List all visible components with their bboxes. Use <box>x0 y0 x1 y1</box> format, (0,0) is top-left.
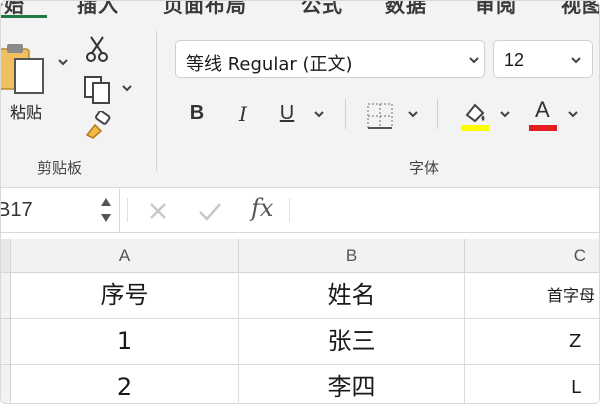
cell-b-row1[interactable]: 张三 <box>239 319 465 365</box>
cell-c-header[interactable]: 首字母 <box>465 273 599 319</box>
fill-color-icon[interactable] <box>459 99 491 133</box>
paste-button-label[interactable]: 粘贴 <box>10 99 42 123</box>
format-painter-icon[interactable] <box>83 111 113 139</box>
excel-window: 开始 插入 页面布局 公式 数据 审阅 视图 粘贴 <box>0 0 600 404</box>
tab-page-layout[interactable]: 页面布局 <box>163 1 247 18</box>
stepper-icon[interactable] <box>99 195 113 225</box>
font-color-swatch <box>529 125 557 131</box>
select-all-corner[interactable] <box>1 239 11 273</box>
active-tab-indicator <box>1 15 47 18</box>
bold-button[interactable]: B <box>185 102 209 125</box>
ribbon-group-divider <box>156 31 157 171</box>
spreadsheet-grid: A B C 序号 姓名 首字母 1 张三 Z 2 李四 L <box>1 233 599 403</box>
enter-check-icon[interactable] <box>197 200 223 222</box>
column-header-a[interactable]: A <box>11 239 239 273</box>
borders-icon[interactable] <box>365 101 395 131</box>
toolbar-separator <box>345 99 346 129</box>
font-color-chevron-down-icon[interactable] <box>567 109 579 119</box>
font-group-label: 字体 <box>409 159 440 177</box>
fill-color-swatch <box>461 125 489 131</box>
clipboard-group-label: 剪贴板 <box>37 159 83 177</box>
chevron-down-icon <box>469 57 479 64</box>
name-box[interactable]: B17 <box>1 188 120 232</box>
font-color-label: A <box>535 97 550 122</box>
formula-bar: B17 fx <box>1 187 599 233</box>
fill-color-chevron-down-icon[interactable] <box>499 109 511 119</box>
cell-b-header[interactable]: 姓名 <box>239 273 465 319</box>
tab-formulas[interactable]: 公式 <box>301 1 343 18</box>
row-header[interactable] <box>1 365 11 403</box>
font-size-value: 12 <box>504 50 525 70</box>
copy-chevron-down-icon[interactable] <box>121 83 133 93</box>
tab-view[interactable]: 视图 <box>561 1 599 18</box>
row-header[interactable] <box>1 273 11 319</box>
ribbon: 粘贴 剪贴板 等线 Regular (正文) 12 B I U A 字体 <box>0 19 599 187</box>
column-header-b[interactable]: B <box>239 239 465 273</box>
underline-chevron-down-icon[interactable] <box>313 109 325 119</box>
chevron-down-icon <box>571 57 581 64</box>
copy-icon[interactable] <box>83 75 111 105</box>
cell-b-row2[interactable]: 李四 <box>239 365 465 403</box>
font-size-select[interactable]: 12 <box>493 40 593 78</box>
font-color-button[interactable]: A <box>529 97 559 133</box>
cell-a-row2[interactable]: 2 <box>11 365 239 403</box>
tab-review[interactable]: 审阅 <box>475 1 517 18</box>
underline-button[interactable]: U <box>275 102 299 125</box>
tab-data[interactable]: 数据 <box>385 1 427 18</box>
toolbar-separator <box>437 99 438 129</box>
ribbon-tabs: 开始 插入 页面布局 公式 数据 审阅 视图 <box>1 1 599 19</box>
tab-insert[interactable]: 插入 <box>77 1 119 18</box>
formula-bar-separator <box>127 198 128 222</box>
paste-icon[interactable] <box>0 39 55 97</box>
paste-chevron-down-icon[interactable] <box>57 57 69 67</box>
row-header[interactable] <box>1 319 11 365</box>
font-family-value: 等线 Regular (正文) <box>186 54 353 75</box>
cell-a-header[interactable]: 序号 <box>11 273 239 319</box>
cell-reference: B17 <box>0 199 33 221</box>
cell-c-row2[interactable]: L <box>465 365 599 403</box>
font-family-select[interactable]: 等线 Regular (正文) <box>175 40 485 78</box>
cut-icon[interactable] <box>85 35 109 63</box>
formula-bar-separator <box>289 198 290 222</box>
borders-chevron-down-icon[interactable] <box>407 109 419 119</box>
cell-c-row1[interactable]: Z <box>465 319 599 365</box>
cell-a-row1[interactable]: 1 <box>11 319 239 365</box>
insert-function-button[interactable]: fx <box>251 194 273 222</box>
cancel-icon[interactable] <box>147 200 169 222</box>
italic-button[interactable]: I <box>231 102 255 126</box>
column-header-c[interactable]: C <box>465 239 599 273</box>
